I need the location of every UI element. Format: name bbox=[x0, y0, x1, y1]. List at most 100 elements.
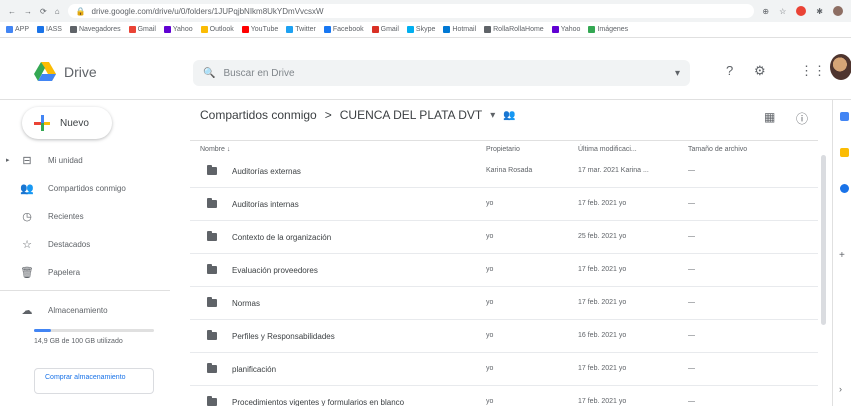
table-row[interactable]: Auditorías externas Karina Rosada 17 mar. … bbox=[190, 156, 818, 188]
bookmark-item[interactable]: Gmail bbox=[128, 26, 156, 33]
drive-logo-icon bbox=[34, 62, 56, 81]
chevron-down-icon[interactable]: ▾ bbox=[490, 110, 495, 121]
file-name: Normas bbox=[232, 299, 261, 308]
column-header-modified[interactable]: Última modificaci... bbox=[578, 146, 637, 153]
bookmark-item[interactable]: Imágenes bbox=[588, 26, 628, 33]
bookmark-item[interactable]: Outlook bbox=[200, 26, 234, 33]
column-header-owner[interactable]: Propietario bbox=[486, 146, 520, 153]
file-owner: Karina Rosada bbox=[486, 167, 533, 174]
breadcrumb-current[interactable]: CUENCA DEL PLATA DVT bbox=[340, 108, 482, 122]
file-modified: 16 feb. 2021 yo bbox=[578, 332, 627, 339]
scrollbar[interactable] bbox=[818, 155, 828, 406]
sidebar-item-label: Mi unidad bbox=[48, 155, 83, 165]
search-icon[interactable]: 🔍 bbox=[203, 68, 215, 79]
bookmark-icon bbox=[128, 26, 136, 33]
clock-icon: ◷ bbox=[22, 210, 32, 223]
sidebar-item[interactable]: ◷ Recientes bbox=[20, 204, 170, 228]
extension-icon[interactable] bbox=[796, 6, 807, 16]
bookmark-icon bbox=[37, 26, 45, 33]
sidebar-item[interactable]: 🗑 Papelera bbox=[20, 260, 170, 284]
breadcrumb-separator: > bbox=[324, 108, 332, 122]
side-panel: + › bbox=[832, 100, 851, 406]
expand-arrow-icon[interactable]: ▸ bbox=[6, 156, 10, 164]
table-row[interactable]: Procedimientos vigentes y formularios en… bbox=[190, 387, 818, 406]
column-header-name[interactable]: Nombre ↓ bbox=[200, 146, 230, 153]
bookmark-item[interactable]: Yahoo bbox=[551, 26, 580, 33]
browser-nav: ← → ⟳ ⌂ bbox=[8, 7, 60, 16]
storage-bar bbox=[34, 329, 154, 332]
list-header-divider bbox=[190, 140, 818, 141]
column-header-size[interactable]: Tamaño de archivo bbox=[688, 146, 747, 153]
file-modified: 17 feb. 2021 yo bbox=[578, 200, 627, 207]
file-name: Evaluación proveedores bbox=[232, 266, 318, 275]
address-bar[interactable]: 🔒 drive.google.com/drive/u/0/folders/1JU… bbox=[67, 4, 755, 18]
bookmark-label: Facebook bbox=[332, 26, 364, 33]
file-size: — bbox=[688, 233, 695, 240]
collapse-panel-icon[interactable]: › bbox=[839, 384, 842, 394]
shared-people-icon: 👥 bbox=[503, 109, 516, 121]
bookmark-item[interactable]: IASS bbox=[37, 26, 62, 33]
reload-icon[interactable]: ⟳ bbox=[40, 7, 47, 16]
bookmark-item[interactable]: Twitter bbox=[286, 26, 316, 33]
home-icon[interactable]: ⌂ bbox=[55, 7, 60, 16]
profile-avatar[interactable] bbox=[833, 6, 843, 16]
sidebar-item-storage[interactable]: ☁ Almacenamiento bbox=[20, 298, 170, 322]
new-button[interactable]: Nuevo bbox=[22, 107, 112, 139]
bookmark-item[interactable]: Yahoo bbox=[163, 26, 193, 33]
sidebar-item[interactable]: ▸ ⊟ Mi unidad bbox=[6, 148, 170, 172]
search-options-icon[interactable]: ▾ bbox=[675, 68, 680, 79]
bookmark-item[interactable]: Gmail bbox=[371, 26, 399, 33]
folder-icon bbox=[207, 330, 217, 340]
puzzle-icon[interactable]: ✱ bbox=[816, 7, 823, 16]
file-size: — bbox=[688, 398, 695, 405]
add-addon-icon[interactable]: + bbox=[839, 250, 845, 261]
bookmark-item[interactable]: YouTube bbox=[241, 26, 279, 33]
bookmark-icon bbox=[286, 26, 294, 33]
breadcrumb-root[interactable]: Compartidos conmigo bbox=[200, 108, 317, 122]
bookmark-star-icon[interactable]: ☆ bbox=[779, 7, 786, 16]
drive-header: Drive 🔍 Buscar en Drive ▾ ? ⚙ ⋮⋮ bbox=[0, 38, 851, 100]
drive-logo[interactable]: Drive bbox=[34, 62, 97, 81]
scrollbar-thumb[interactable] bbox=[821, 155, 826, 325]
tasks-icon[interactable] bbox=[840, 184, 849, 193]
table-row[interactable]: Evaluación proveedores yo 17 feb. 2021 yo — bbox=[190, 255, 818, 287]
people-icon: 👥 bbox=[20, 182, 34, 195]
file-size: — bbox=[688, 299, 695, 306]
table-row[interactable]: Auditorías internas yo 17 feb. 2021 yo — bbox=[190, 189, 818, 221]
keep-icon[interactable] bbox=[840, 148, 849, 157]
gear-icon[interactable]: ⚙ bbox=[754, 63, 766, 79]
grid-view-icon[interactable]: ▦ bbox=[764, 110, 775, 124]
zoom-icon[interactable]: ⊕ bbox=[762, 7, 769, 16]
bookmark-item[interactable]: Navegadores bbox=[69, 26, 121, 33]
back-icon[interactable]: ← bbox=[8, 7, 16, 16]
file-modified: 17 mar. 2021 Karina ... bbox=[578, 167, 649, 174]
bookmark-item[interactable]: APP bbox=[6, 26, 29, 33]
forward-icon[interactable]: → bbox=[24, 7, 32, 16]
info-icon[interactable]: ⓘ bbox=[796, 110, 808, 127]
help-icon[interactable]: ? bbox=[726, 63, 733, 78]
sidebar-item-label: Papelera bbox=[48, 267, 81, 277]
table-row[interactable]: planificación yo 17 feb. 2021 yo — bbox=[190, 354, 818, 386]
calendar-icon[interactable] bbox=[840, 112, 849, 121]
table-row[interactable]: Normas yo 17 feb. 2021 yo — bbox=[190, 288, 818, 320]
apps-grid-icon[interactable]: ⋮⋮ bbox=[800, 63, 826, 79]
sidebar-item[interactable]: ☆ Destacados bbox=[20, 232, 170, 256]
search-input[interactable]: 🔍 Buscar en Drive ▾ bbox=[193, 60, 690, 86]
bookmark-item[interactable]: Skype bbox=[406, 26, 435, 33]
file-owner: yo bbox=[486, 233, 494, 240]
bookmark-item[interactable]: Facebook bbox=[323, 26, 364, 33]
bookmark-item[interactable]: RollaRollaHome bbox=[484, 26, 544, 33]
sidebar-item[interactable]: 👥 Compartidos conmigo bbox=[20, 176, 170, 200]
cloud-icon: ☁ bbox=[21, 304, 33, 317]
table-row[interactable]: Contexto de la organización yo 25 feb. 202… bbox=[190, 222, 818, 254]
bookmark-label: YouTube bbox=[250, 26, 279, 33]
buy-storage-button[interactable]: Comprar almacenamiento bbox=[34, 368, 154, 394]
bookmark-icon bbox=[551, 26, 559, 33]
plus-icon bbox=[34, 115, 50, 131]
file-name: Contexto de la organización bbox=[232, 233, 332, 242]
sidebar-divider bbox=[0, 290, 170, 291]
table-row[interactable]: Perfiles y Responsabilidades yo 16 feb. 20… bbox=[190, 321, 818, 353]
browser-toolbar: ← → ⟳ ⌂ 🔒 drive.google.com/drive/u/0/fol… bbox=[0, 0, 851, 22]
avatar[interactable] bbox=[830, 54, 851, 80]
bookmark-item[interactable]: Hotmail bbox=[443, 26, 476, 33]
